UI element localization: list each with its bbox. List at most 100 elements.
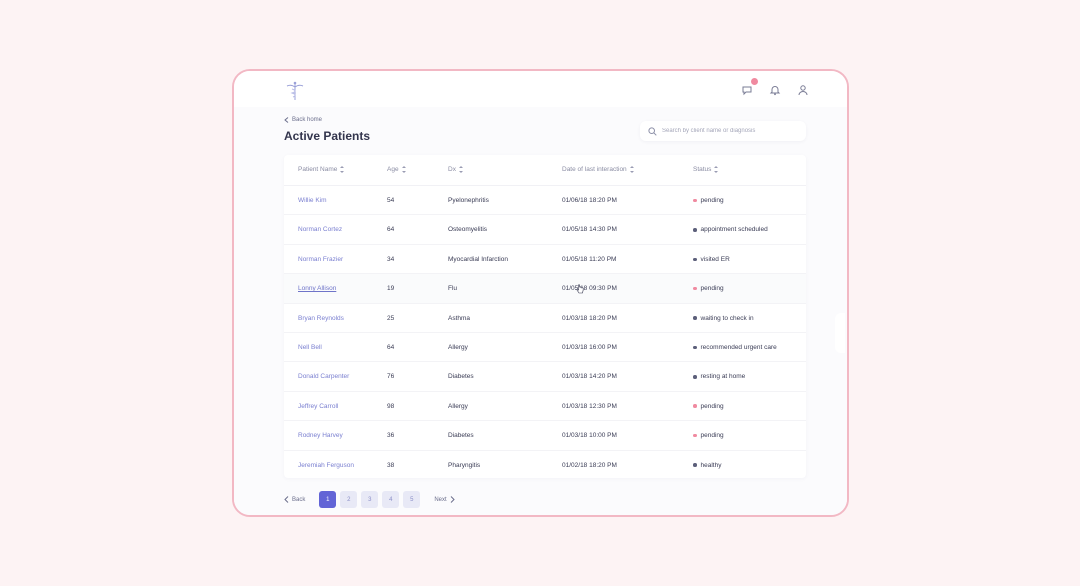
- status-cell: resting at home: [693, 373, 745, 380]
- sort-icon: [340, 166, 345, 173]
- dx-cell: Pyelonephritis: [448, 197, 489, 204]
- table-row[interactable]: Rodney Harvey 36 Diabetes 01/03/18 10:00…: [284, 421, 806, 451]
- status-dot: [693, 463, 697, 467]
- bell-icon[interactable]: [769, 83, 781, 96]
- patient-name-link[interactable]: Rodney Harvey: [298, 432, 343, 439]
- date-cell: 01/02/18 18:20 PM: [562, 461, 617, 469]
- patient-name-link[interactable]: Jeffrey Carroll: [298, 403, 338, 410]
- status-cell: recommended urgent care: [693, 344, 777, 351]
- hand-cursor-icon: [576, 284, 584, 294]
- pagination-next-label: Next: [434, 496, 447, 503]
- patient-name-link[interactable]: Donald Carpenter: [298, 373, 349, 380]
- status-dot: [693, 433, 697, 438]
- status-cell: appointment scheduled: [693, 226, 768, 233]
- dx-cell: Asthma: [448, 314, 471, 322]
- dx-cell: Myocardial Infarction: [448, 255, 508, 263]
- status-dot: [693, 404, 697, 408]
- page-button-4[interactable]: 4: [382, 491, 400, 508]
- patients-table: Patient Name Age Dx Date of last interac…: [284, 155, 806, 478]
- date-cell: 01/03/18 12:30 PM: [562, 402, 617, 410]
- status-dot: [693, 375, 697, 379]
- pagination-back-label: Back: [292, 496, 306, 503]
- patient-name-link[interactable]: Lonny Allison: [298, 285, 336, 292]
- search-box[interactable]: [640, 121, 806, 141]
- date-cell: 01/03/18 16:00 PM: [562, 343, 617, 351]
- age-cell: 38: [387, 461, 395, 469]
- status-cell: visited ER: [693, 256, 730, 263]
- age-cell: 76: [387, 373, 395, 381]
- dx-cell: Flu: [448, 285, 458, 293]
- status-dot: [693, 257, 697, 262]
- patient-name-link[interactable]: Nell Bell: [298, 344, 322, 351]
- table-row[interactable]: Bryan Reynolds 25 Asthma 01/03/18 18:20 …: [284, 304, 806, 333]
- sort-icon: [401, 166, 406, 173]
- page-button-5[interactable]: 5: [403, 491, 421, 508]
- logo-caduceus-icon[interactable]: [284, 80, 306, 102]
- page-button-2[interactable]: 2: [340, 491, 358, 508]
- dx-cell: Osteomyelitis: [448, 226, 488, 234]
- age-cell: 19: [387, 285, 395, 293]
- age-cell: 25: [387, 314, 395, 322]
- date-cell: 01/05/18 11:20 PM: [562, 255, 617, 263]
- side-handle[interactable]: [835, 313, 845, 353]
- dx-cell: Allergy: [448, 402, 468, 410]
- table-row[interactable]: Nell Bell 64 Allergy 01/03/18 16:00 PM r…: [284, 333, 806, 363]
- date-cell: 01/03/18 14:20 PM: [562, 373, 617, 381]
- dx-cell: Diabetes: [448, 432, 474, 440]
- pagination: Back 1 2 3 4 5 Next: [284, 491, 455, 508]
- search-input[interactable]: [662, 128, 802, 134]
- patient-name-link[interactable]: Bryan Reynolds: [298, 315, 344, 322]
- patient-name-link[interactable]: Norman Frazier: [298, 256, 343, 263]
- table-row[interactable]: Norman Frazier 34 Myocardial Infarction …: [284, 245, 806, 275]
- sort-icon: [458, 166, 463, 173]
- dx-cell: Pharyngitis: [448, 461, 481, 469]
- table-row[interactable]: Lonny Allison 19 Flu 01/05/18 09:30 PM p…: [284, 274, 806, 304]
- table-row[interactable]: Willie Kim 54 Pyelonephritis 01/06/18 18…: [284, 186, 806, 216]
- sort-icon: [714, 166, 719, 173]
- age-cell: 64: [387, 226, 395, 234]
- chevron-left-icon: [284, 117, 289, 123]
- page-title: Active Patients: [284, 129, 371, 143]
- patient-name-link[interactable]: Jeremiah Ferguson: [298, 462, 354, 469]
- status-cell: pending: [693, 432, 724, 439]
- patient-name-link[interactable]: Norman Cortez: [298, 226, 342, 233]
- patient-name-link[interactable]: Willie Kim: [298, 197, 327, 204]
- chevron-right-icon: [450, 496, 455, 503]
- age-cell: 34: [387, 255, 395, 263]
- column-header-date[interactable]: Date of last interaction: [562, 166, 634, 173]
- table-row[interactable]: Donald Carpenter 76 Diabetes 01/03/18 14…: [284, 362, 806, 392]
- status-cell: waiting to check in: [693, 315, 754, 322]
- search-icon: [648, 126, 657, 136]
- column-header-patient-name[interactable]: Patient Name: [298, 166, 345, 173]
- column-header-status[interactable]: Status: [693, 166, 719, 173]
- back-home-label: Back home: [292, 117, 323, 123]
- status-cell: pending: [693, 285, 724, 292]
- app-window: Back home Active Patients Patient Name A…: [232, 69, 849, 517]
- date-cell: 01/03/18 18:20 PM: [562, 314, 617, 322]
- page-button-1[interactable]: 1: [319, 491, 337, 508]
- back-home-link[interactable]: Back home: [284, 117, 322, 123]
- column-header-age[interactable]: Age: [387, 166, 406, 173]
- sort-icon: [629, 166, 634, 173]
- main-content: Back home Active Patients Patient Name A…: [234, 107, 847, 515]
- pagination-next-button[interactable]: Next: [434, 496, 455, 503]
- user-icon[interactable]: [797, 83, 809, 96]
- pagination-back-button[interactable]: Back: [284, 496, 305, 503]
- table-row[interactable]: Norman Cortez 64 Osteomyelitis 01/05/18 …: [284, 215, 806, 245]
- status-dot: [693, 316, 697, 320]
- chevron-left-icon: [284, 496, 289, 503]
- date-cell: 01/03/18 10:00 PM: [562, 432, 617, 440]
- status-dot: [693, 198, 697, 203]
- table-row[interactable]: Jeffrey Carroll 98 Allergy 01/03/18 12:3…: [284, 392, 806, 422]
- page-button-3[interactable]: 3: [361, 491, 379, 508]
- age-cell: 64: [387, 343, 395, 351]
- chat-icon[interactable]: [741, 78, 758, 96]
- table-header: Patient Name Age Dx Date of last interac…: [284, 155, 806, 186]
- column-header-dx[interactable]: Dx: [448, 166, 463, 173]
- date-cell: 01/05/18 14:30 PM: [562, 226, 617, 234]
- status-cell: healthy: [693, 462, 721, 469]
- table-row[interactable]: Jeremiah Ferguson 38 Pharyngitis 01/02/1…: [284, 451, 806, 480]
- dx-cell: Diabetes: [448, 373, 474, 381]
- date-cell: 01/06/18 18:20 PM: [562, 197, 617, 204]
- status-dot: [693, 286, 697, 291]
